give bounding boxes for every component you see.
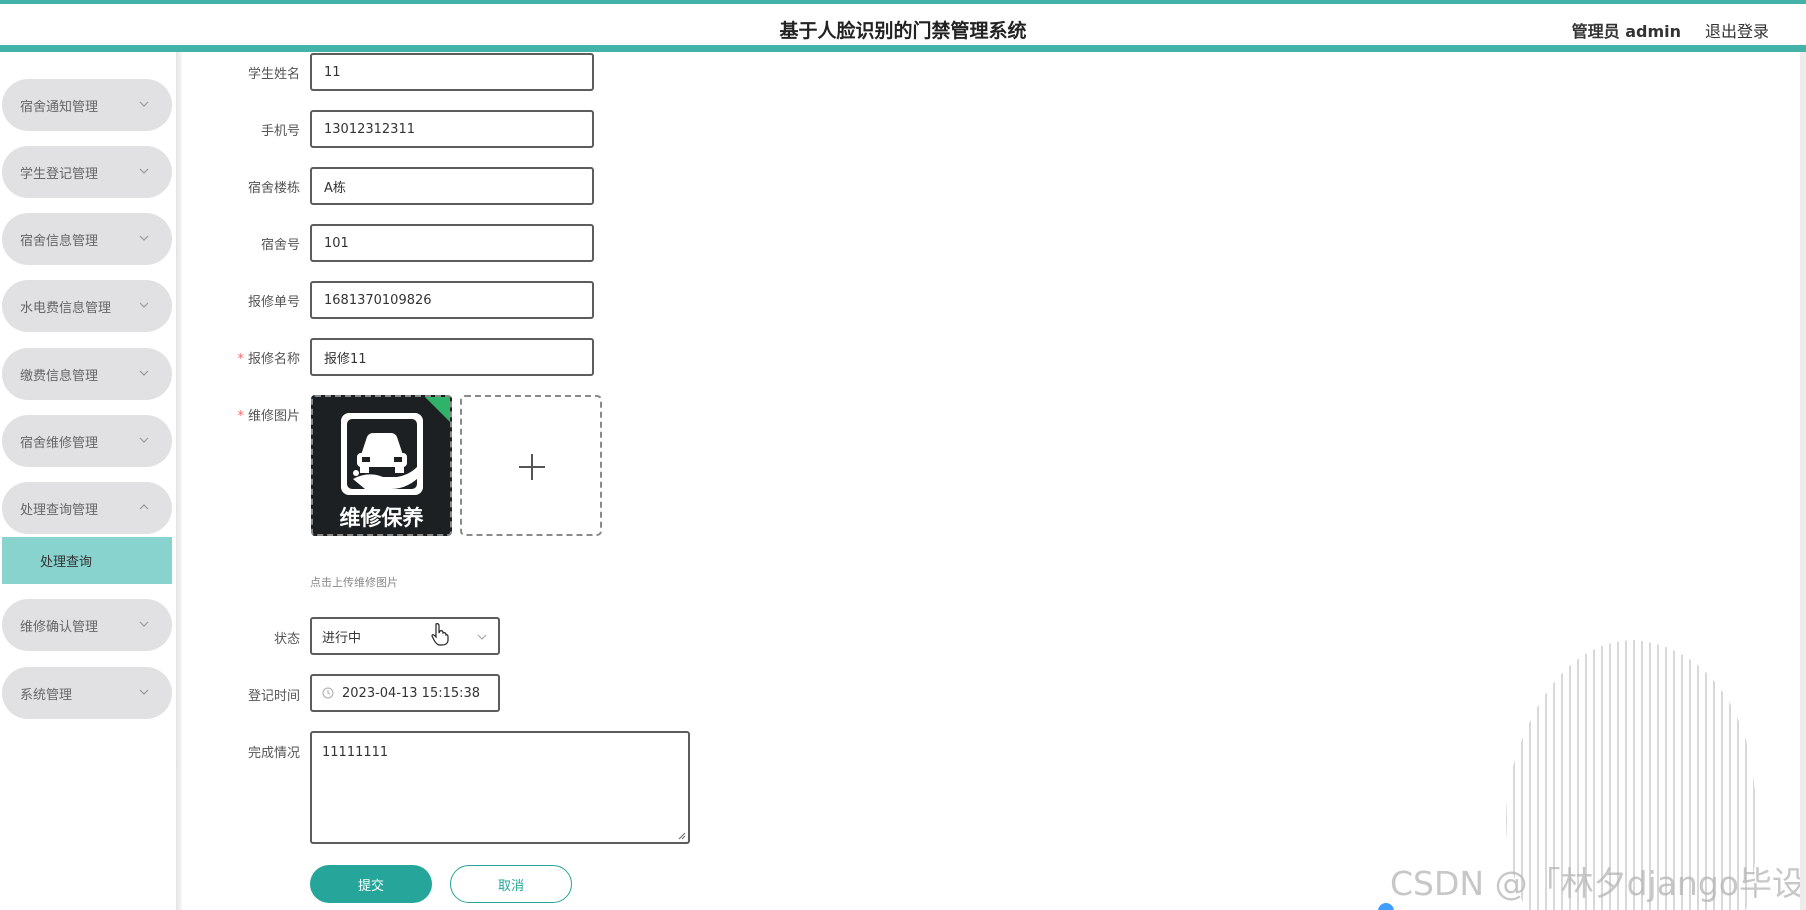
sidebar-divider (176, 52, 182, 910)
sidebar-item-label: 宿舍维修管理 (20, 435, 99, 451)
repair-name-input[interactable]: 报修11 (310, 338, 594, 376)
chevron-down-icon (138, 367, 150, 379)
app-window: 基于人脸识别的门禁管理系统 管理员 admin 退出登录 宿舍通知管理 学生登记… (0, 0, 1806, 910)
scrollbar-track[interactable] (1800, 52, 1806, 910)
sidebar-item-label: 缴费信息管理 (20, 368, 99, 384)
sidebar-item-label: 宿舍通知管理 (20, 99, 99, 115)
chevron-down-icon (138, 98, 150, 110)
room-input[interactable]: 101 (310, 224, 594, 262)
phone-input[interactable]: 13012312311 (310, 110, 594, 148)
building-input[interactable]: A栋 (310, 167, 594, 205)
sidebar-item-dorm-notice[interactable]: 宿舍通知管理 (2, 79, 172, 131)
chevron-down-icon (138, 299, 150, 311)
thumbnail-caption: 维修保养 (339, 506, 424, 530)
chevron-down-icon (138, 686, 150, 698)
completion-value: 11111111 (322, 745, 389, 760)
required-mark: * (237, 352, 244, 367)
sidebar-item-payment[interactable]: 缴费信息管理 (2, 348, 172, 400)
current-user: 管理员 admin (1571, 22, 1681, 41)
sidebar-subitem-process-query[interactable]: 处理查询 (2, 537, 172, 584)
reg-time-value: 2023-04-13 15:15:38 (342, 685, 481, 701)
label-phone: 手机号 (260, 124, 300, 139)
sidebar-item-utility-fee[interactable]: 水电费信息管理 (2, 280, 172, 332)
sidebar-item-system[interactable]: 系统管理 (2, 667, 172, 719)
label-repair-name: * 报修名称 (190, 348, 300, 367)
sidebar-item-student-register[interactable]: 学生登记管理 (2, 146, 172, 198)
chevron-down-icon (138, 165, 150, 177)
student-name-input[interactable]: 11 (310, 53, 594, 91)
chevron-down-icon (476, 631, 488, 647)
sidebar-item-dorm-info[interactable]: 宿舍信息管理 (2, 213, 172, 265)
resize-handle-icon[interactable] (678, 832, 686, 840)
sidebar-item-label: 学生登记管理 (20, 166, 99, 182)
label-room: 宿舍号 (260, 238, 300, 253)
sidebar-item-label: 宿舍信息管理 (20, 233, 99, 249)
hand-cursor-icon (431, 623, 449, 646)
chevron-up-icon (138, 501, 150, 513)
upload-image-button[interactable] (460, 395, 602, 536)
plus-icon-vertical (531, 454, 533, 480)
chevron-down-icon (138, 232, 150, 244)
label-repair-no: 报修单号 (247, 295, 300, 310)
reg-time-picker[interactable]: 2023-04-13 15:15:38 (310, 674, 500, 712)
watermark: CSDN @「林夕django毕设 (1390, 864, 1805, 903)
sidebar-item-repair-confirm[interactable]: 维修确认管理 (2, 599, 172, 651)
label-status: 状态 (273, 632, 300, 647)
chevron-down-icon (138, 618, 150, 630)
sidebar-item-label: 水电费信息管理 (20, 300, 112, 316)
cancel-button[interactable]: 取消 (450, 865, 572, 903)
label-student-name: 学生姓名 (247, 67, 300, 82)
label-repair-image-text: 维修图片 (247, 409, 300, 424)
repair-no-input[interactable]: 1681370109826 (310, 281, 594, 319)
label-completion: 完成情况 (247, 746, 300, 761)
label-repair-image: * 维修图片 (190, 405, 300, 424)
header: 基于人脸识别的门禁管理系统 管理员 admin 退出登录 (0, 4, 1806, 48)
page-title: 基于人脸识别的门禁管理系统 (779, 20, 1027, 42)
sidebar-item-label: 系统管理 (20, 687, 73, 703)
header-bottom-accent (0, 45, 1806, 52)
status-select[interactable]: 进行中 (310, 617, 500, 655)
label-repair-name-text: 报修名称 (247, 352, 300, 367)
label-reg-time: 登记时间 (247, 689, 300, 704)
label-building: 宿舍楼栋 (247, 181, 300, 196)
upload-hint: 点击上传维修图片 (310, 576, 398, 589)
completion-textarea[interactable]: 11111111 (310, 731, 690, 844)
sidebar: 宿舍通知管理 学生登记管理 宿舍信息管理 水电费信息管理 缴费信息管理 宿舍维修… (0, 52, 178, 910)
uploaded-image-thumbnail[interactable]: 维修保养 (311, 395, 452, 536)
sidebar-item-process-query[interactable]: 处理查询管理 (2, 482, 172, 534)
submit-button[interactable]: 提交 (310, 865, 432, 903)
chevron-down-icon (138, 434, 150, 446)
logout-button[interactable]: 退出登录 (1705, 18, 1769, 42)
sidebar-item-label: 维修确认管理 (20, 619, 99, 635)
status-select-value: 进行中 (322, 630, 362, 646)
sidebar-item-dorm-repair[interactable]: 宿舍维修管理 (2, 415, 172, 467)
sidebar-item-label: 处理查询管理 (20, 502, 99, 518)
required-mark: * (237, 409, 244, 424)
clock-icon (322, 687, 334, 699)
